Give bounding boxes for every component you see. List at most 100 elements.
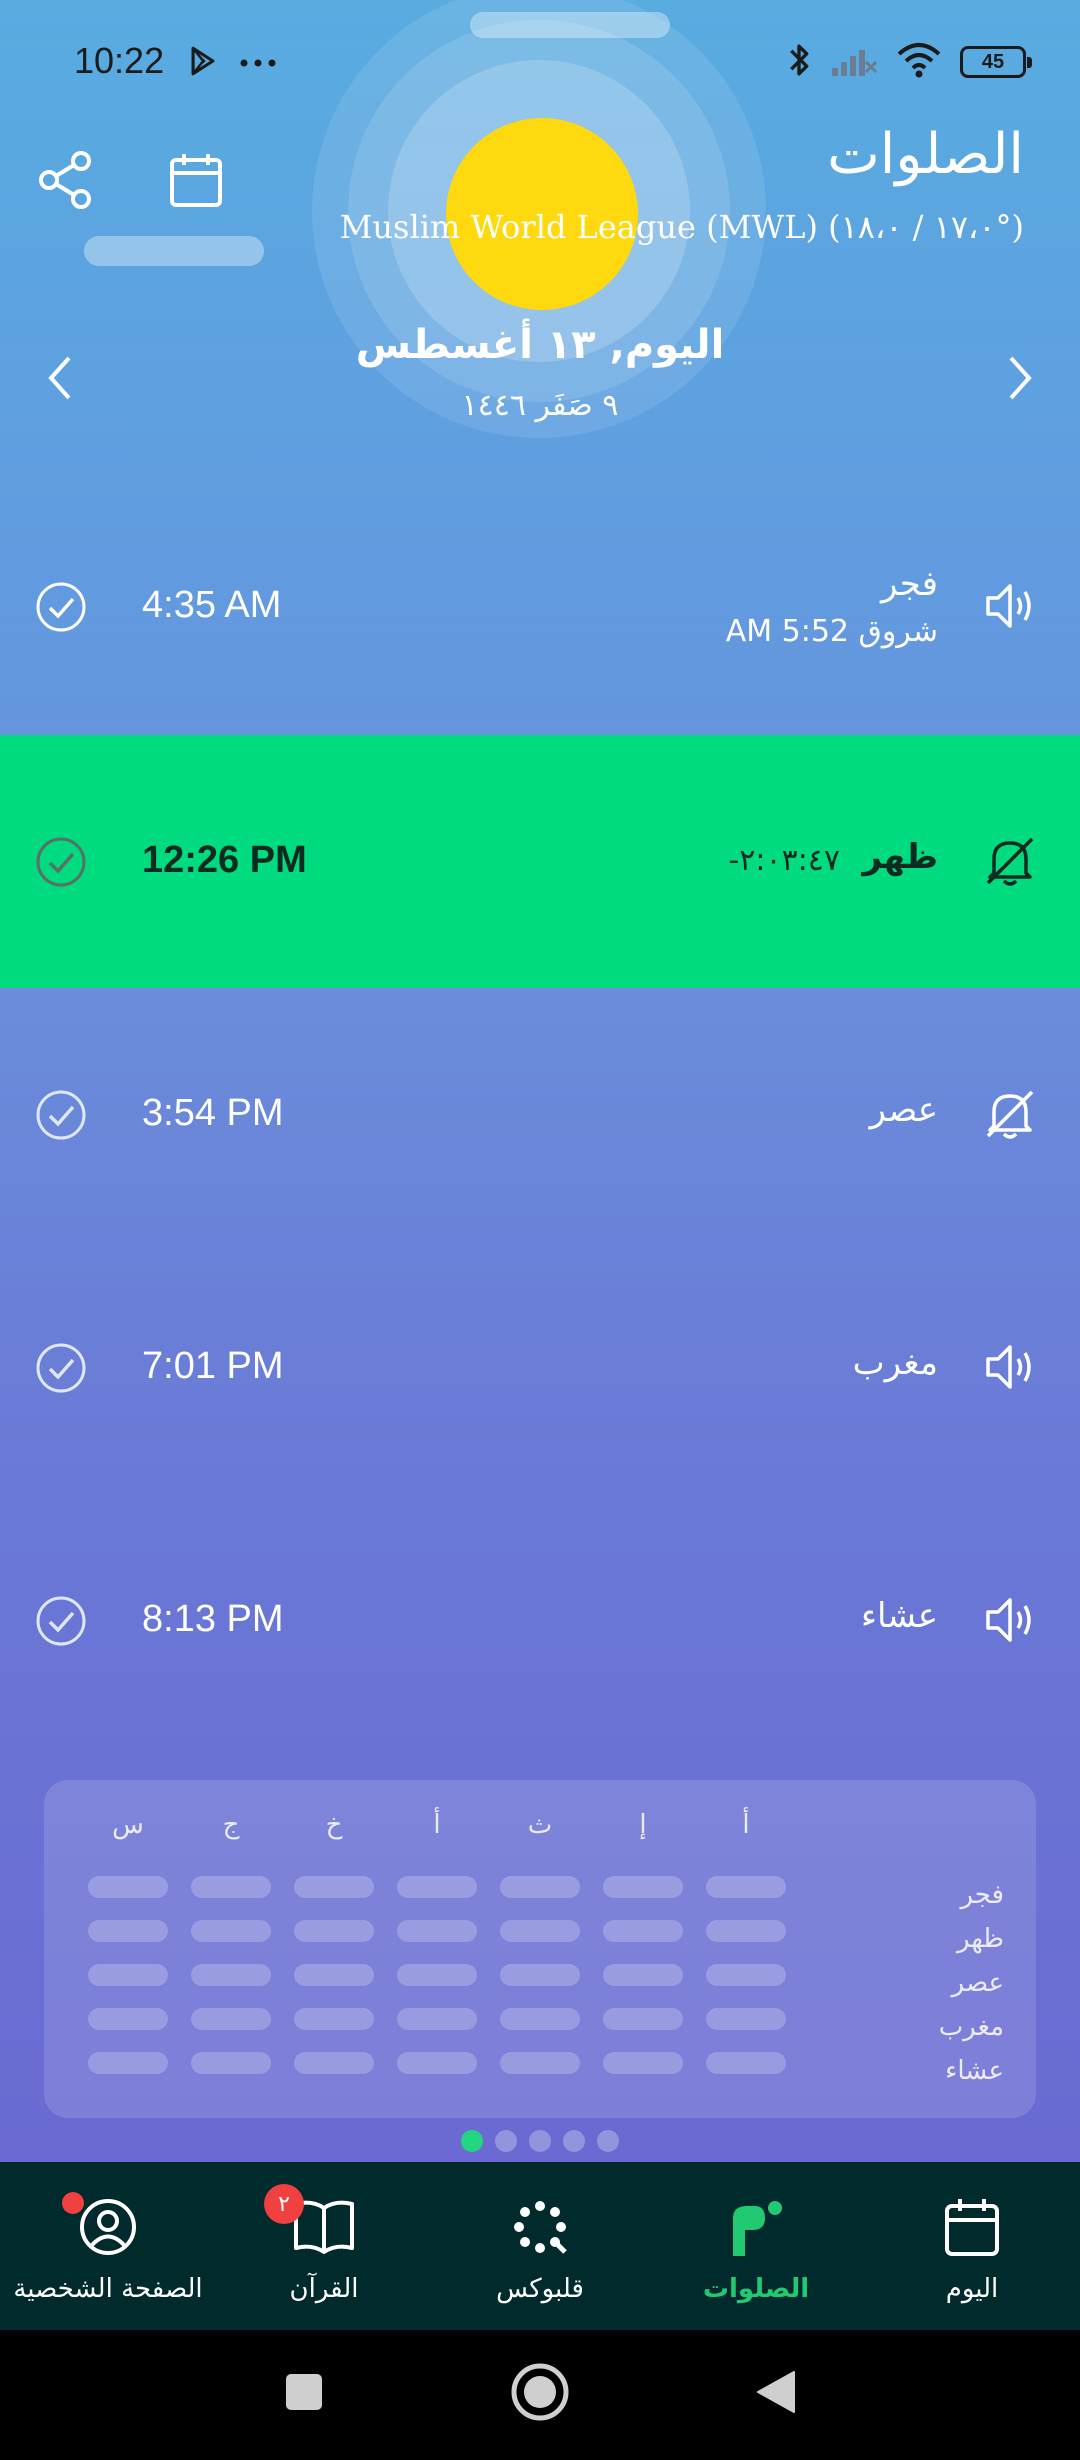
signal-off-icon <box>830 42 878 82</box>
check-icon[interactable] <box>34 835 88 889</box>
nav-item-quran[interactable]: ٢ القرآن <box>216 2162 432 2330</box>
square-icon <box>284 2372 324 2416</box>
page-indicator <box>0 2130 1080 2152</box>
weekday-label: خ <box>325 1810 343 1840</box>
battery-icon: 45 <box>960 46 1032 78</box>
tracker-row-label: ظهر <box>956 1924 1004 1954</box>
page-dot[interactable] <box>597 2130 619 2152</box>
prayer-row-asr[interactable]: 3:54 PM عصر <box>0 988 1080 1241</box>
tracker-cell[interactable] <box>706 1920 786 1942</box>
status-time: 10:22 <box>74 40 165 81</box>
tracker-cell[interactable] <box>294 1920 374 1942</box>
chevron-right-icon <box>1005 354 1035 406</box>
sunrise-time: شروق AM 5:52 <box>725 614 938 649</box>
tracker-cell[interactable] <box>88 1876 168 1898</box>
prayer-time: 8:13 PM <box>142 1598 284 1640</box>
check-icon[interactable] <box>34 1088 88 1142</box>
page-dot-active[interactable] <box>461 2130 483 2152</box>
tracker-cell[interactable] <box>397 1920 477 1942</box>
prayer-row-fajr[interactable]: 4:35 AM فجر شروق AM 5:52 <box>0 480 1080 733</box>
page-dot[interactable] <box>495 2130 517 2152</box>
tracker-row-label: فجر <box>960 1880 1004 1910</box>
calendar-icon <box>168 151 224 213</box>
tracker-cell[interactable] <box>397 1876 477 1898</box>
tracker-cell[interactable] <box>294 2052 374 2074</box>
quran-badge: ٢ <box>264 2184 304 2224</box>
page-dot[interactable] <box>563 2130 585 2152</box>
nav-item-profile[interactable]: الصفحة الشخصية <box>0 2162 216 2330</box>
tracker-cell[interactable] <box>500 1920 580 1942</box>
tracker-cell[interactable] <box>294 1876 374 1898</box>
tracker-cell[interactable] <box>191 1964 271 1986</box>
nav-item-prayers[interactable]: الصلوات <box>648 2162 864 2330</box>
nav-label: الصلوات <box>702 2274 810 2304</box>
speaker-icon[interactable] <box>980 1590 1040 1650</box>
previous-day-button[interactable] <box>30 344 90 416</box>
page-dot[interactable] <box>529 2130 551 2152</box>
tracker-cell[interactable] <box>397 2008 477 2030</box>
prayer-row-isha[interactable]: 8:13 PM عشاء <box>0 1494 1080 1747</box>
tracker-cell[interactable] <box>294 2008 374 2030</box>
bluetooth-icon <box>786 40 812 84</box>
calculation-method[interactable]: Muslim World League (MWL) (١٧،٠ / ١٨،٠°) <box>340 208 1024 246</box>
back-button[interactable] <box>736 2354 816 2434</box>
tracker-cell[interactable] <box>603 1876 683 1898</box>
tracker-cell[interactable] <box>603 2052 683 2074</box>
tracker-cell[interactable] <box>500 1964 580 1986</box>
speaker-icon[interactable] <box>980 1337 1040 1397</box>
home-button[interactable] <box>500 2354 580 2434</box>
circle-icon <box>510 2362 570 2426</box>
prayer-row-maghrib[interactable]: 7:01 PM مغرب <box>0 1241 1080 1494</box>
next-day-button[interactable] <box>990 344 1050 416</box>
prayers-icon <box>725 2196 787 2262</box>
gregorian-date: اليوم, ١٣ أغسطس <box>355 322 725 368</box>
prayer-time: 7:01 PM <box>142 1345 284 1387</box>
bell-off-icon[interactable] <box>980 831 1040 891</box>
recents-button[interactable] <box>264 2354 344 2434</box>
prayer-time: 3:54 PM <box>142 1092 284 1134</box>
prayer-row-dhuhr[interactable]: 12:26 PM ظهر -٢:٠٣:٤٧ <box>0 735 1080 988</box>
tracker-cell[interactable] <box>603 2008 683 2030</box>
weekday-label: إ <box>639 1810 647 1840</box>
status-left-icons <box>186 44 278 82</box>
tracker-cell[interactable] <box>500 1876 580 1898</box>
tracker-cell[interactable] <box>706 1964 786 1986</box>
check-icon[interactable] <box>34 580 88 634</box>
tracker-cell[interactable] <box>706 2008 786 2030</box>
tracker-cell[interactable] <box>397 1964 477 1986</box>
share-button[interactable] <box>30 146 102 218</box>
cloud-left <box>84 236 264 266</box>
tracker-cell[interactable] <box>500 2008 580 2030</box>
nav-label: القرآن <box>289 2274 359 2304</box>
nav-label: الصفحة الشخصية <box>13 2274 203 2304</box>
nav-item-today[interactable]: اليوم <box>864 2162 1080 2330</box>
share-icon <box>35 149 97 215</box>
tracker-cell[interactable] <box>88 1964 168 1986</box>
tracker-cell[interactable] <box>191 2008 271 2030</box>
weekday-label: أ <box>742 1810 750 1840</box>
tracker-cell[interactable] <box>294 1964 374 1986</box>
check-icon[interactable] <box>34 1594 88 1648</box>
tracker-cell[interactable] <box>397 2052 477 2074</box>
weekday-label: س <box>112 1810 144 1840</box>
check-icon[interactable] <box>34 1341 88 1395</box>
tracker-cell[interactable] <box>191 1920 271 1942</box>
nav-item-qalboox[interactable]: قلبوكس <box>432 2162 648 2330</box>
nav-label: اليوم <box>945 2274 999 2304</box>
tracker-cell[interactable] <box>500 2052 580 2074</box>
tracker-cell[interactable] <box>603 1920 683 1942</box>
tracker-cell[interactable] <box>88 2008 168 2030</box>
bell-off-icon[interactable] <box>980 1084 1040 1144</box>
tracker-cell[interactable] <box>88 2052 168 2074</box>
calendar-button[interactable] <box>160 146 232 218</box>
tracker-cell[interactable] <box>191 2052 271 2074</box>
weekly-tracker-card[interactable]: س ج خ أ ث إ أ فجر ظهر عصر مغرب عشاء <box>44 1780 1036 2118</box>
speaker-icon[interactable] <box>980 576 1040 636</box>
play-store-icon <box>186 44 220 82</box>
tracker-cell[interactable] <box>706 2052 786 2074</box>
tracker-cell[interactable] <box>603 1964 683 1986</box>
tracker-cell[interactable] <box>88 1920 168 1942</box>
tracker-cell[interactable] <box>191 1876 271 1898</box>
triangle-back-icon <box>754 2368 798 2420</box>
tracker-cell[interactable] <box>706 1876 786 1898</box>
